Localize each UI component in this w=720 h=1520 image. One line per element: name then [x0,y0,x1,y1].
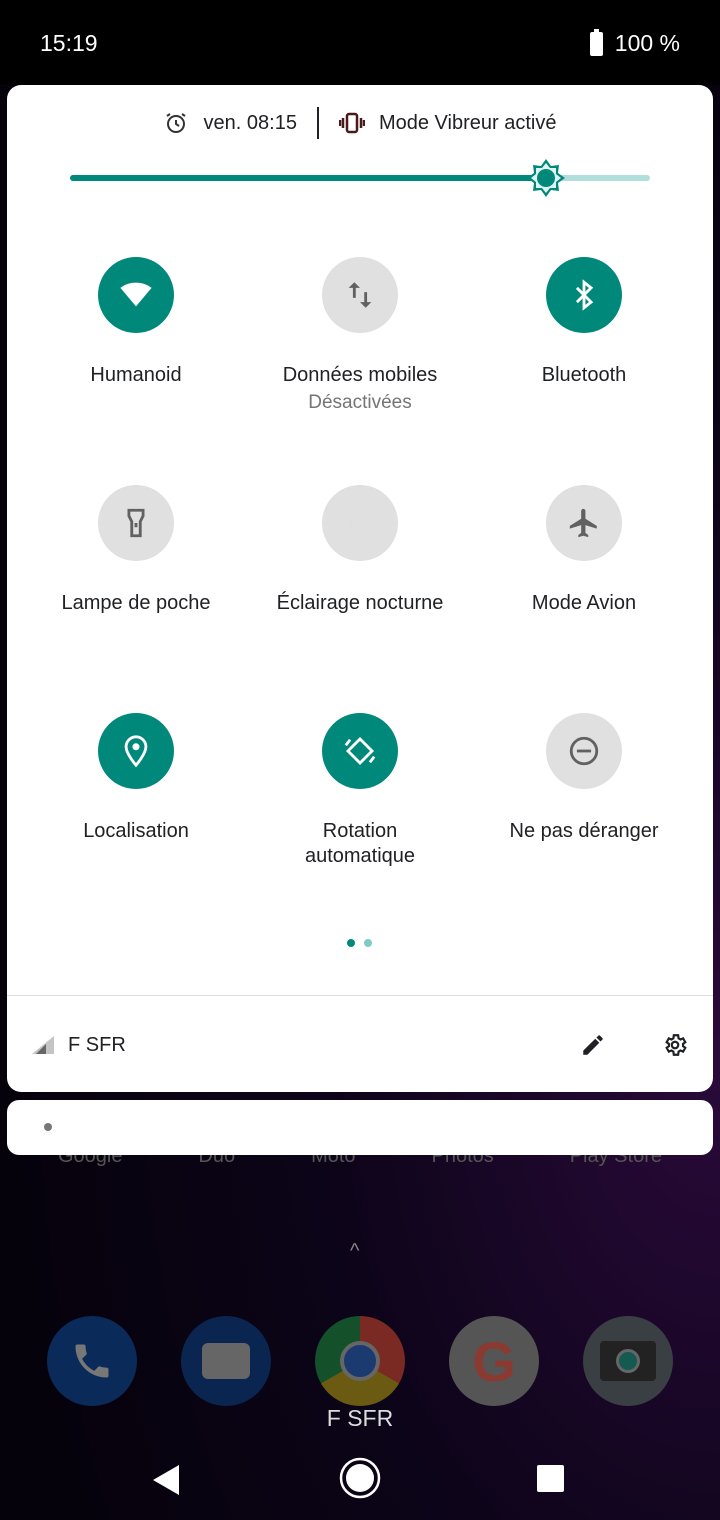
do-not-disturb-icon [569,736,599,766]
carrier-name: F SFR [68,1033,126,1056]
back-icon[interactable] [153,1465,181,1495]
page-indicator [347,939,372,947]
mobile-data-icon [348,282,372,308]
tile-flashlight[interactable]: Lampe de poche [24,485,248,616]
tile-toggle[interactable] [98,485,174,561]
flashlight-icon [127,508,145,538]
phone-app-icon[interactable] [47,1316,137,1406]
settings-gear-icon[interactable] [662,1032,688,1058]
quick-settings-panel: ven. 08:15 Mode Vibreur activé Humanoid … [7,85,713,1092]
tile-wifi[interactable]: Humanoid [24,257,248,388]
location-icon [124,735,148,768]
tile-label: Ne pas déranger [509,820,659,842]
clock: 15:19 [40,30,98,56]
camera-app-icon[interactable] [583,1316,673,1406]
recents-icon[interactable] [537,1465,564,1492]
tile-label: Éclairage nocturne [276,592,444,614]
night-light-icon [351,510,365,536]
vibrate-icon [338,112,365,134]
wifi-icon [120,282,152,307]
tile-toggle[interactable] [98,257,174,333]
page-dot[interactable] [364,939,372,947]
page-dot-active[interactable] [347,939,355,947]
signal-icon [32,1036,54,1054]
tile-toggle[interactable] [546,713,622,789]
alarm-icon [165,113,186,133]
brightness-icon[interactable] [526,159,565,197]
navigation-bar [0,1455,720,1505]
dock-carrier-label: F SFR [326,1405,394,1431]
tile-mobile-data[interactable]: Données mobiles Désactivées [248,257,472,414]
tile-label: Localisation [83,820,189,842]
tile-bluetooth[interactable]: Bluetooth [472,257,696,388]
tile-location[interactable]: Localisation [24,713,248,844]
google-app-icon[interactable]: G [449,1316,539,1406]
airplane-icon [569,508,597,538]
battery-charging-icon [589,28,603,56]
divider [316,107,319,139]
tile-toggle[interactable] [322,713,398,789]
notification-card[interactable] [7,1100,713,1155]
brightness-slider[interactable] [70,159,650,197]
chrome-app-icon[interactable] [315,1316,405,1406]
next-alarm[interactable]: ven. 08:15 [204,112,297,135]
tile-label: Humanoid [90,364,182,386]
tile-toggle[interactable] [322,485,398,561]
tile-sublabel: automatique [304,845,416,867]
tile-label: Rotation [322,820,398,842]
tile-toggle[interactable] [322,257,398,333]
tile-label: Bluetooth [541,364,627,386]
tile-label: Lampe de poche [61,592,211,614]
tile-toggle[interactable] [546,485,622,561]
battery-level: 100 % [614,30,680,56]
notification-dot-icon [44,1123,52,1131]
tile-airplane[interactable]: Mode Avion [472,485,696,616]
ringer-mode[interactable]: Mode Vibreur activé [379,112,557,135]
tile-sublabel: Désactivées [308,392,412,413]
edit-icon[interactable] [580,1032,606,1058]
tile-auto-rotate[interactable]: Rotation automatique [248,713,472,869]
tile-toggle[interactable] [98,713,174,789]
app-drawer-chevron-icon[interactable]: ^ [350,1240,359,1263]
auto-rotate-icon [344,736,376,766]
tile-night-light[interactable]: Éclairage nocturne [248,485,472,616]
tile-do-not-disturb[interactable]: Ne pas déranger [472,713,696,844]
tile-toggle[interactable] [546,257,622,333]
divider [7,995,713,996]
status-bar: 15:19 100 % [0,0,720,85]
tile-label: Données mobiles [282,364,438,386]
bluetooth-icon [575,279,594,311]
messages-app-icon[interactable] [181,1316,271,1406]
home-icon[interactable] [339,1457,381,1499]
tile-label: Mode Avion [531,592,637,614]
